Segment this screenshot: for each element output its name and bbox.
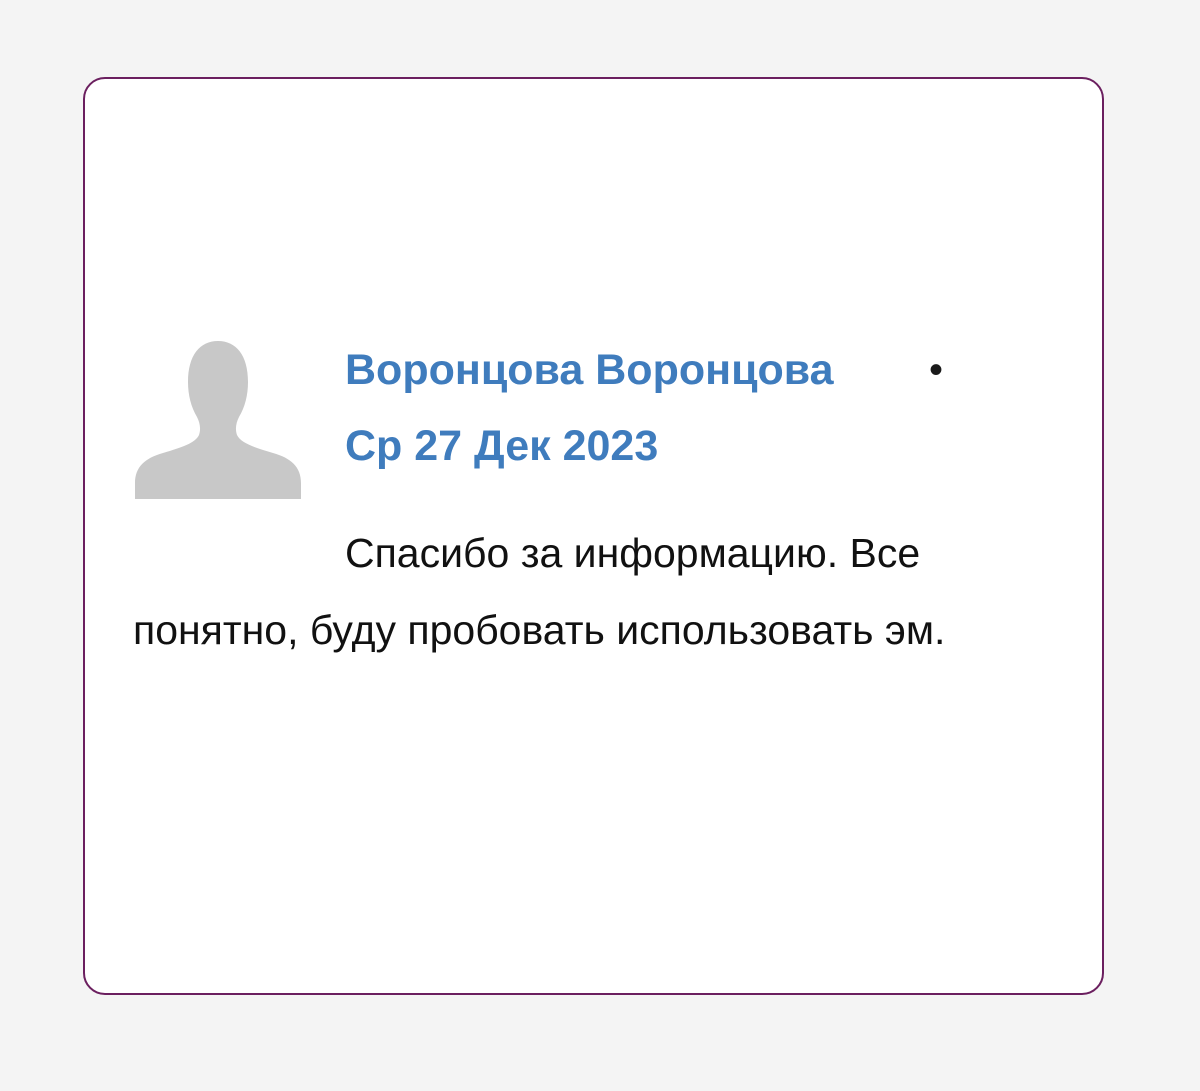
comment-card: Воронцова Воронцова • Ср 27 Дек 2023 Спа… <box>83 77 1104 995</box>
comment-text: Спасибо за информацию. Все понятно, буду… <box>133 530 946 653</box>
author-name-link[interactable]: Воронцова Воронцова <box>345 345 834 395</box>
meta-separator: • <box>929 348 944 392</box>
default-user-avatar-icon[interactable] <box>133 337 303 499</box>
post-date-link[interactable]: Ср 27 Дек 2023 <box>345 421 658 471</box>
